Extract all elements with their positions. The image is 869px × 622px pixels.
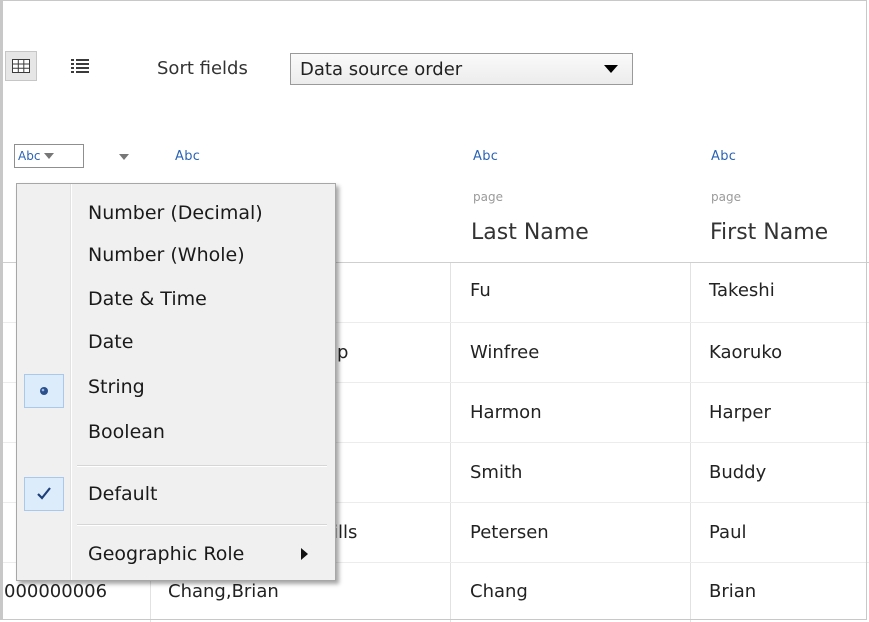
window-frame bbox=[0, 0, 867, 620]
